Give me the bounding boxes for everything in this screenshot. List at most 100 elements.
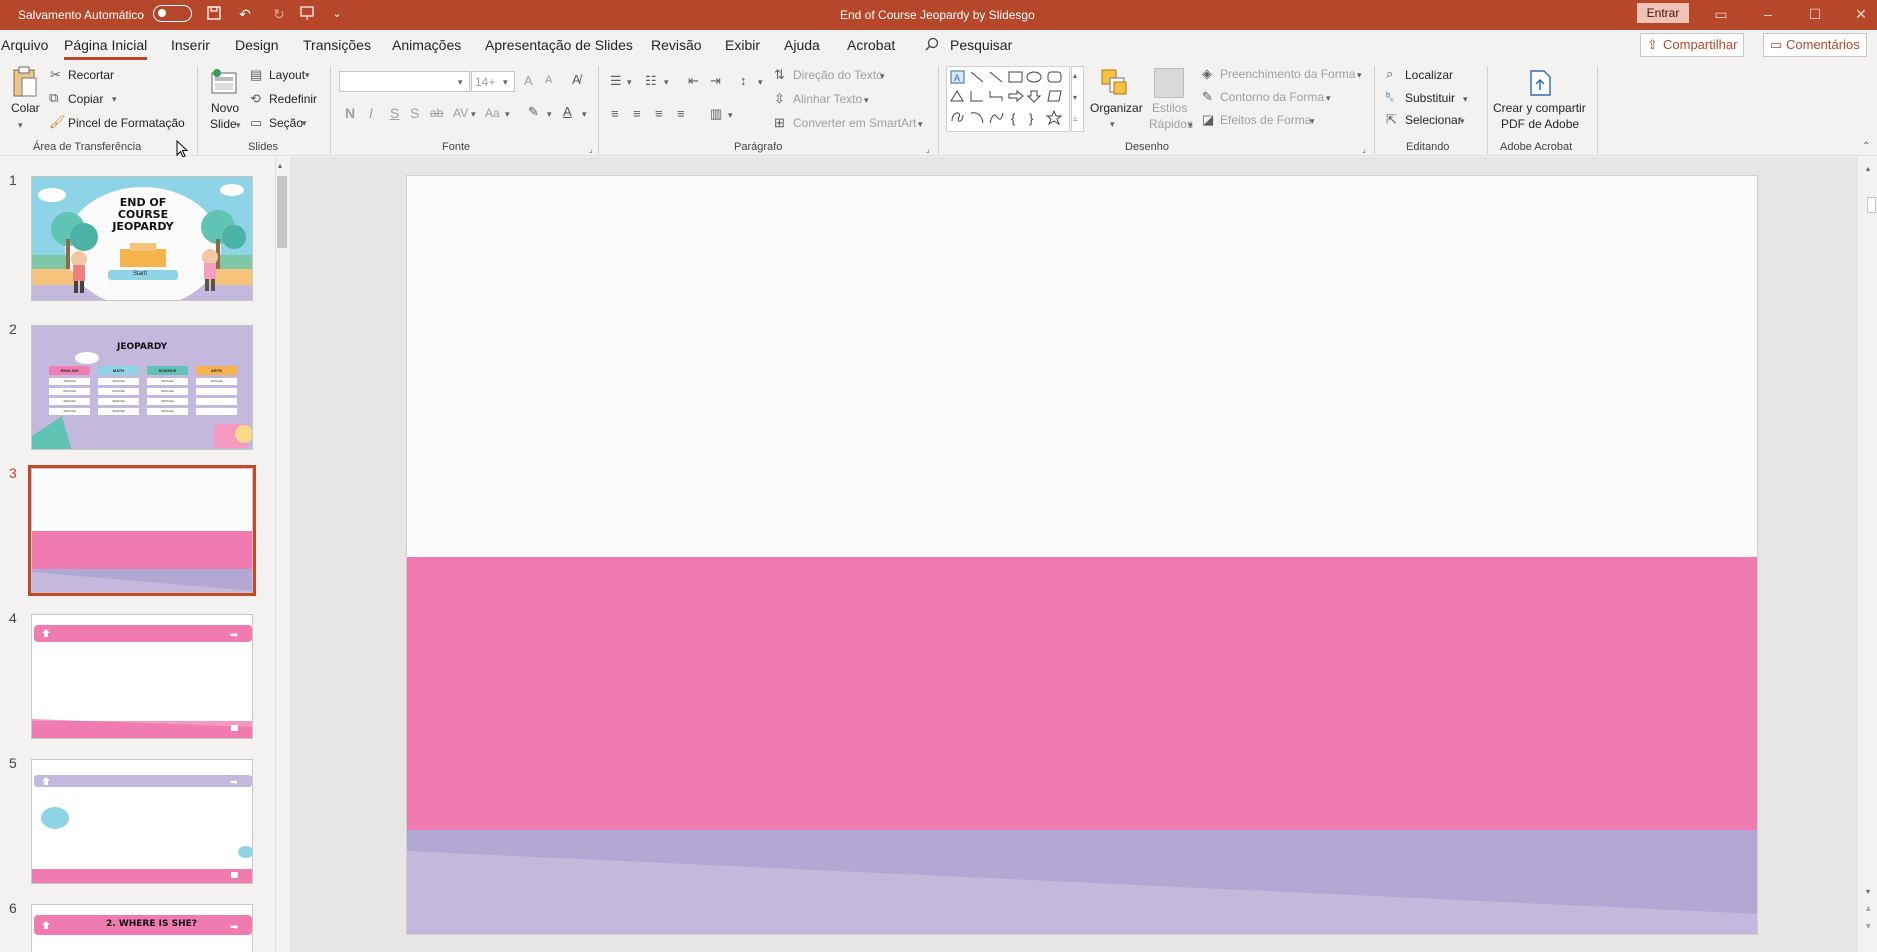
cut-icon[interactable]: ✂ [50,68,61,82]
copy-button[interactable]: Copiar [68,92,103,106]
minimize-icon[interactable]: – [1758,4,1778,24]
shape-fill-icon[interactable]: ◈ [1202,67,1212,81]
char-spacing-button[interactable]: AV [453,106,468,120]
quick-styles-label-2[interactable]: Rápidos [1149,117,1193,131]
smartart-dropdown-icon[interactable]: ▾ [918,117,923,131]
thumbnail-scroll-thumb[interactable] [277,176,287,248]
next-slide-icon[interactable]: ⩔ [1866,919,1871,933]
line-spacing-icon[interactable]: ↕ [740,74,747,88]
text-direction-icon[interactable]: ⇅ [774,68,785,82]
more-shapes-icon[interactable]: ⩡ [1073,113,1078,127]
new-slide-label-2[interactable]: Slide [210,117,237,131]
font-size-dropdown-icon[interactable]: ▾ [503,75,508,89]
bold-button[interactable]: N [345,105,355,121]
copy-dropdown-icon[interactable]: ▾ [112,92,117,106]
replace-dropdown-icon[interactable]: ▾ [1463,92,1468,106]
shape-effects-icon[interactable]: ◪ [1202,113,1214,127]
smartart-button[interactable]: Converter em SmartArt [793,116,916,130]
increase-indent-icon[interactable]: ⇥ [710,74,721,88]
redo-icon[interactable]: ↻ [270,5,288,23]
select-button[interactable]: Selecionar [1405,113,1462,127]
numbering-dropdown-icon[interactable]: ▾ [664,75,669,89]
align-right-icon[interactable]: ≡ [655,107,663,121]
decrease-indent-icon[interactable]: ⇤ [688,74,699,88]
thumbnail-scrollbar[interactable]: ▴ [275,157,289,952]
align-text-icon[interactable]: ⇳ [774,92,785,106]
scroll-down-icon[interactable]: ▾ [1073,91,1077,105]
quick-styles-label-1[interactable]: Estilos [1152,101,1187,115]
scroll-up-icon[interactable]: ▴ [1073,69,1077,83]
columns-icon[interactable]: ▥ [710,107,722,121]
tab-revisao[interactable]: Revisão [651,37,702,53]
highlight-icon[interactable]: ✎ [528,105,539,119]
shape-effects-button[interactable]: Efeitos de Forma [1220,113,1311,127]
tab-animacoes[interactable]: Animações [392,37,461,53]
find-icon[interactable]: ⌕ [1386,67,1393,81]
create-pdf-icon[interactable] [1526,68,1554,98]
save-icon[interactable] [205,5,223,23]
tab-acrobat[interactable]: Acrobat [847,37,895,53]
change-case-button[interactable]: Aa [485,106,500,120]
maximize-icon[interactable]: ☐ [1805,4,1825,24]
text-direction-button[interactable]: Direção do Texto [793,68,883,82]
char-spacing-dropdown-icon[interactable]: ▾ [471,107,476,121]
section-icon[interactable]: ▭ [250,116,262,130]
shape-outline-icon[interactable]: ✎ [1202,90,1213,104]
select-dropdown-icon[interactable]: ▾ [1460,114,1465,128]
share-button[interactable]: ⇪ Compartilhar [1640,33,1745,57]
paste-icon[interactable] [10,66,40,100]
text-direction-dropdown-icon[interactable]: ▾ [880,69,885,83]
justify-icon[interactable]: ≡ [677,107,685,121]
arrange-icon[interactable] [1100,68,1130,98]
smartart-icon[interactable]: ⊞ [774,116,785,130]
collapse-ribbon-icon[interactable]: ⌃ [1862,140,1870,154]
previous-slide-icon[interactable]: ⩓ [1866,902,1871,916]
bullets-dropdown-icon[interactable]: ▾ [627,75,632,89]
highlight-dropdown-icon[interactable]: ▾ [547,107,552,121]
section-button[interactable]: Seção [269,116,303,130]
shape-effects-dropdown-icon[interactable]: ▾ [1310,114,1315,128]
create-pdf-label-2[interactable]: PDF de Adobe [1501,117,1579,131]
tab-arquivo[interactable]: Arquivo [1,37,48,53]
arrange-dropdown-icon[interactable]: ▾ [1110,117,1115,131]
slide-thumbnail-3[interactable] [28,465,256,596]
align-left-icon[interactable]: ≡ [611,107,619,121]
create-pdf-label-1[interactable]: Crear y compartir [1493,101,1586,115]
font-size-input[interactable]: 14+ ▾ [471,71,515,92]
columns-dropdown-icon[interactable]: ▾ [728,108,733,122]
font-color-dropdown-icon[interactable]: ▾ [582,107,587,121]
search-label[interactable]: Pesquisar [950,37,1012,53]
shape-fill-dropdown-icon[interactable]: ▾ [1357,68,1362,82]
autosave-toggle[interactable] [153,5,192,22]
ribbon-display-icon[interactable]: ▭ [1711,4,1731,24]
slide-thumbnail-2[interactable]: JEOPARDY ENGLISH MATH SCIENCE ARTS 10 Po… [31,325,253,450]
underline-button[interactable]: S [390,105,399,121]
present-icon[interactable] [298,5,316,23]
tab-ajuda[interactable]: Ajuda [784,37,820,53]
font-name-input[interactable]: ▾ [339,71,470,92]
strikethrough-button[interactable]: ab [430,106,443,120]
align-text-button[interactable]: Alinhar Texto [793,92,862,106]
align-text-dropdown-icon[interactable]: ▾ [864,93,869,107]
paste-dropdown-icon[interactable]: ▾ [18,118,23,132]
arrange-button[interactable]: Organizar [1090,101,1143,115]
drawing-launcher-icon[interactable]: ⌟ [1362,143,1366,157]
font-name-dropdown-icon[interactable]: ▾ [458,75,463,89]
shape-outline-dropdown-icon[interactable]: ▾ [1326,91,1331,105]
shape-fill-button[interactable]: Preenchimento da Forma [1220,67,1355,81]
shadow-button[interactable]: S [410,105,419,121]
line-spacing-dropdown-icon[interactable]: ▾ [758,75,763,89]
editor-scrollbar[interactable]: ▴ ▾ ⩓ ⩔ [1866,157,1877,952]
quick-styles-dropdown-icon[interactable]: ▾ [1188,118,1193,132]
italic-button[interactable]: I [369,105,373,121]
layout-button[interactable]: Layout [269,68,305,82]
tab-exibir[interactable]: Exibir [725,37,760,53]
format-painter-icon[interactable]: 🖌 [49,115,66,129]
new-slide-dropdown-icon[interactable]: ▾ [236,118,241,132]
paragraph-launcher-icon[interactable]: ⌟ [926,143,930,157]
slide-thumbnail-6[interactable]: ➡ 2. WHERE IS SHE? [31,904,253,952]
search-icon[interactable] [925,37,939,54]
shape-outline-button[interactable]: Contorno da Forma [1220,90,1324,104]
tab-design[interactable]: Design [235,37,279,53]
reset-button[interactable]: Redefinir [269,92,317,106]
